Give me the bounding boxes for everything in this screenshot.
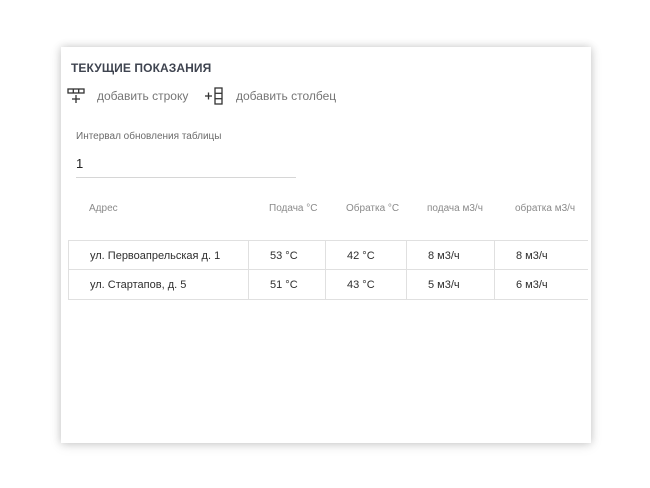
column-header-address[interactable]: Адрес bbox=[89, 203, 118, 223]
current-readings-panel: ТЕКУЩИЕ ПОКАЗАНИЯ добавить строку добави… bbox=[61, 47, 591, 443]
column-header-return-flow[interactable]: обратка м3/ч bbox=[515, 203, 575, 223]
table-row: ул. Первоапрельская д. 1 53 °С 42 °С 8 м… bbox=[68, 240, 588, 270]
interval-label: Интервал обновления таблицы bbox=[76, 131, 222, 142]
panel-title: ТЕКУЩИЕ ПОКАЗАНИЯ bbox=[71, 61, 212, 75]
table-row: ул. Стартапов, д. 5 51 °С 43 °С 5 м3/ч 6… bbox=[68, 270, 588, 300]
address-cell[interactable]: ул. Стартапов, д. 5 bbox=[68, 270, 248, 300]
column-header-return-temp[interactable]: Обратка °С bbox=[346, 203, 399, 223]
address-cell[interactable]: ул. Первоапрельская д. 1 bbox=[68, 240, 248, 270]
supply-flow-cell[interactable]: 5 м3/ч bbox=[406, 270, 494, 300]
add-column-button[interactable]: добавить столбец bbox=[236, 89, 336, 103]
return-flow-cell[interactable]: 6 м3/ч bbox=[494, 270, 588, 300]
return-temp-cell[interactable]: 43 °С bbox=[325, 270, 406, 300]
supply-temp-cell[interactable]: 51 °С bbox=[248, 270, 325, 300]
supply-temp-cell[interactable]: 53 °С bbox=[248, 240, 325, 270]
supply-flow-cell[interactable]: 8 м3/ч bbox=[406, 240, 494, 270]
column-header-supply-flow[interactable]: подача м3/ч bbox=[427, 203, 483, 223]
add-column-icon[interactable] bbox=[204, 87, 224, 105]
table-toolbar: добавить строку добавить столбец bbox=[67, 87, 467, 105]
column-header-supply-temp[interactable]: Подача °С bbox=[269, 203, 317, 223]
interval-input[interactable] bbox=[76, 150, 296, 178]
add-row-button[interactable]: добавить строку bbox=[97, 89, 188, 103]
return-temp-cell[interactable]: 42 °С bbox=[325, 240, 406, 270]
return-flow-cell[interactable]: 8 м3/ч bbox=[494, 240, 588, 270]
add-row-icon[interactable] bbox=[67, 87, 87, 105]
